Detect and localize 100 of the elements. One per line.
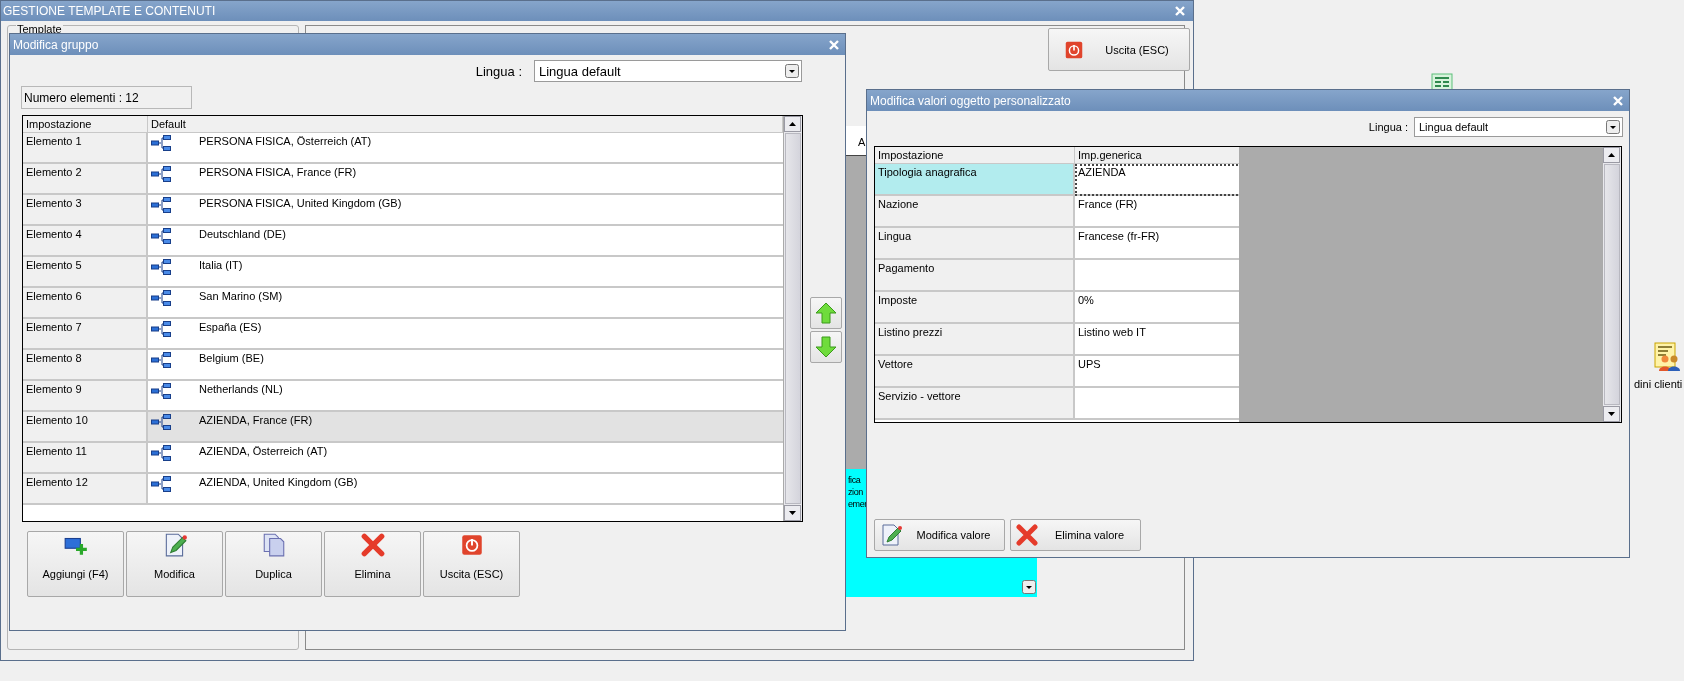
- dialog-title: Modifica valori oggetto personalizzato: [870, 93, 1071, 108]
- move-up-button[interactable]: [810, 297, 842, 329]
- delete-icon: [359, 532, 386, 558]
- customers-icon[interactable]: [1652, 342, 1683, 372]
- table-cell: Nazione: [875, 196, 1075, 228]
- table-row[interactable]: Servizio - vettore: [875, 388, 1239, 420]
- tree-icon: [151, 290, 171, 306]
- count-label: Numero elementi : 12: [21, 86, 192, 109]
- close-icon[interactable]: [1613, 95, 1623, 106]
- table-cell: Servizio - vettore: [875, 388, 1075, 420]
- desktop-icon-label[interactable]: dini clienti: [1634, 378, 1683, 390]
- table-cell: Belgium (BE): [199, 352, 264, 364]
- table-row[interactable]: Lingua Francese (fr-FR): [875, 228, 1239, 260]
- dialog-title: Modifica gruppo: [13, 37, 99, 52]
- table-cell: AZIENDA, United Kingdom (GB): [199, 476, 358, 488]
- toolbar-button[interactable]: Uscita (ESC): [423, 531, 520, 597]
- table-cell: Imposte: [875, 292, 1075, 324]
- table-cell: Listino prezzi: [875, 324, 1075, 356]
- edit-document-icon: [879, 523, 903, 547]
- scroll-down-icon[interactable]: [784, 505, 801, 521]
- panel-text: zion: [848, 487, 863, 498]
- column-header: Impostazione: [875, 147, 1075, 164]
- scrollbar[interactable]: [783, 116, 802, 521]
- table-cell: Italia (IT): [199, 259, 243, 271]
- column-header: Imp.generica: [1075, 147, 1239, 164]
- panel-text: emer: [848, 499, 867, 510]
- tree-icon: [151, 445, 171, 461]
- table-cell: Elemento 7: [23, 319, 148, 350]
- panel-text: fica: [848, 475, 861, 486]
- table-cell: Elemento 6: [23, 288, 148, 319]
- scroll-down-icon[interactable]: [1603, 406, 1620, 422]
- move-down-button[interactable]: [810, 331, 842, 363]
- table-row[interactable]: Vettore UPS: [875, 356, 1239, 388]
- table-cell: Pagamento: [875, 260, 1075, 292]
- close-icon[interactable]: [829, 39, 839, 50]
- table-cell: Elemento 9: [23, 381, 148, 412]
- scrollbar[interactable]: [1602, 147, 1621, 422]
- table-cell: España (ES): [199, 321, 262, 333]
- table-row[interactable]: Pagamento: [875, 260, 1239, 292]
- table-row[interactable]: Nazione France (FR): [875, 196, 1239, 228]
- table-cell: Lingua: [875, 228, 1075, 260]
- table-cell: PERSONA FISICA, France (FR): [199, 166, 357, 178]
- table-row[interactable]: Elemento 2 PERSONA FISICA, France (FR): [23, 164, 783, 195]
- table-cell: Elemento 11: [23, 443, 148, 474]
- exit-button[interactable]: Uscita (ESC): [1048, 28, 1190, 71]
- tree-icon: [151, 476, 171, 492]
- window-title: GESTIONE TEMPLATE E CONTENUTI: [3, 4, 216, 18]
- tree-icon: [151, 166, 171, 182]
- action-button[interactable]: Modifica valore: [874, 519, 1005, 551]
- scroll-up-icon[interactable]: [1603, 147, 1620, 163]
- table-cell: PERSONA FISICA, United Kingdom (GB): [199, 197, 402, 209]
- tree-icon: [151, 321, 171, 337]
- table-cell: Elemento 10: [23, 412, 148, 443]
- table-cell: San Marino (SM): [199, 290, 283, 302]
- tree-icon: [151, 352, 171, 368]
- table-cell: AZIENDA: [1078, 166, 1126, 178]
- table-cell: Elemento 4: [23, 226, 148, 257]
- scroll-up-icon[interactable]: [784, 116, 801, 132]
- language-dropdown[interactable]: Lingua default: [534, 60, 802, 82]
- delete-icon: [1015, 523, 1039, 547]
- action-button[interactable]: Elimina valore: [1010, 519, 1141, 551]
- tree-icon: [151, 383, 171, 399]
- tree-icon: [151, 135, 171, 151]
- table-cell: Elemento 8: [23, 350, 148, 381]
- table-row[interactable]: Elemento 9 Netherlands (NL): [23, 381, 783, 412]
- table-row[interactable]: Elemento 8 Belgium (BE): [23, 350, 783, 381]
- table-cell: Elemento 1: [23, 133, 148, 164]
- table-row[interactable]: Tipologia anagrafica AZIENDA: [875, 164, 1239, 196]
- table-row[interactable]: Elemento 11 AZIENDA, Österreich (AT): [23, 443, 783, 474]
- table-row[interactable]: Elemento 3 PERSONA FISICA, United Kingdom (GB): [23, 195, 783, 226]
- table-row[interactable]: Elemento 12 AZIENDA, United Kingdom (GB): [23, 474, 783, 505]
- table-row[interactable]: Elemento 7 España (ES): [23, 319, 783, 350]
- table-cell: PERSONA FISICA, Österreich (AT): [199, 135, 372, 147]
- table-cell: AZIENDA, Österreich (AT): [199, 445, 328, 457]
- table-cell: Tipologia anagrafica: [875, 164, 1075, 196]
- table-cell: 0%: [1078, 294, 1094, 306]
- language-dropdown[interactable]: Lingua default: [1414, 117, 1623, 137]
- table-row[interactable]: Elemento 6 San Marino (SM): [23, 288, 783, 319]
- table-row[interactable]: Imposte 0%: [875, 292, 1239, 324]
- table-row[interactable]: Listino prezzi Listino web IT: [875, 324, 1239, 356]
- table-cell: Deutschland (DE): [199, 228, 286, 240]
- language-label: Lingua :: [475, 63, 522, 79]
- table-row[interactable]: Elemento 10 AZIENDA, France (FR): [23, 412, 783, 443]
- table-row[interactable]: Elemento 4 Deutschland (DE): [23, 226, 783, 257]
- language-label: Lingua :: [1368, 121, 1408, 133]
- close-icon[interactable]: [1175, 6, 1185, 16]
- toolbar-button[interactable]: Aggiungi (F4): [27, 531, 124, 597]
- table-cell: Elemento 3: [23, 195, 148, 226]
- table-cell: France (FR): [1078, 198, 1138, 210]
- table-cell: Vettore: [875, 356, 1075, 388]
- tree-icon: [151, 414, 171, 430]
- table-row[interactable]: Elemento 1 PERSONA FISICA, Österreich (AT): [23, 133, 783, 164]
- toolbar-button[interactable]: Modifica: [126, 531, 223, 597]
- toolbar-button[interactable]: Duplica: [225, 531, 322, 597]
- table-row[interactable]: Elemento 5 Italia (IT): [23, 257, 783, 288]
- tree-icon: [151, 228, 171, 244]
- tree-icon: [151, 197, 171, 213]
- toolbar-button[interactable]: Elimina: [324, 531, 421, 597]
- table-cell: Listino web IT: [1078, 326, 1146, 338]
- column-header: Default: [148, 116, 783, 133]
